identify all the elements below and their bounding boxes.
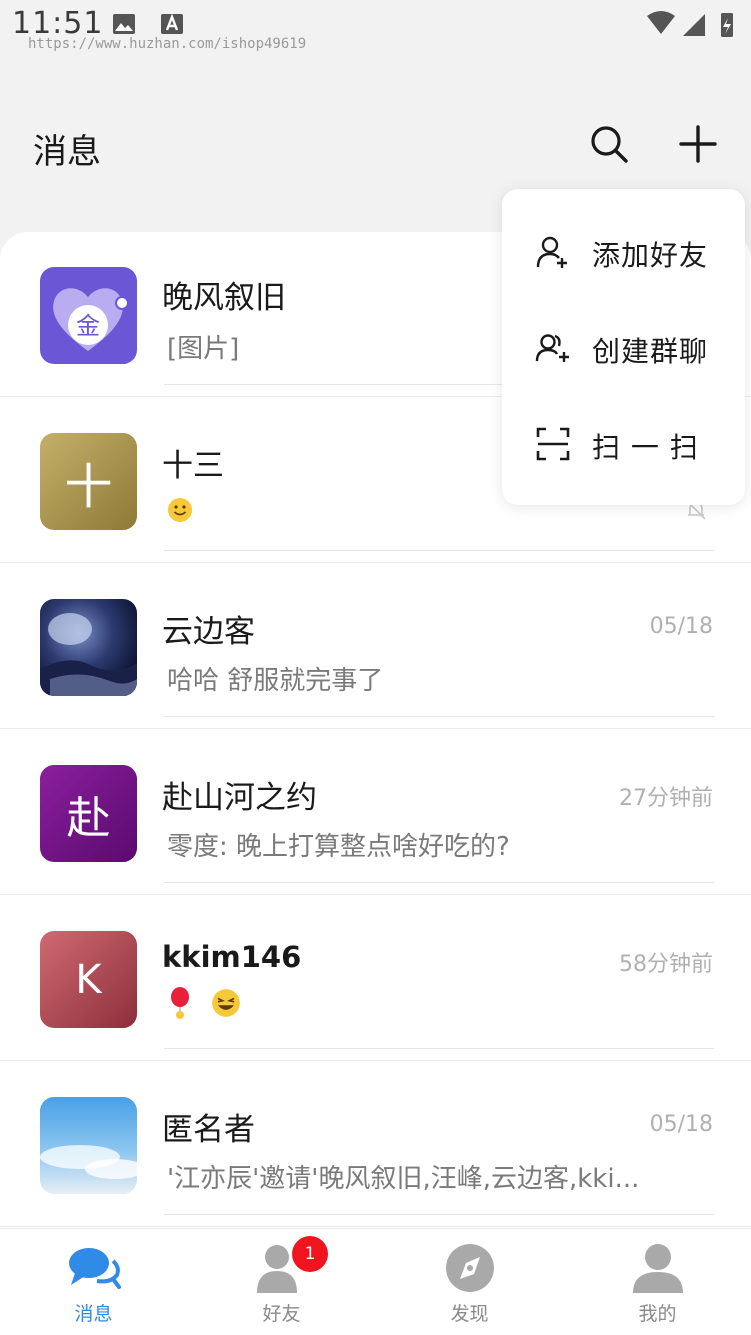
tab-label: 好友 [262, 1303, 301, 1325]
avatar: 十 [40, 433, 137, 530]
conversation-time: 05/18 [649, 614, 713, 639]
conversation-name: 云边客 [162, 614, 255, 650]
avatar: K [40, 931, 137, 1028]
conversation-item[interactable]: 云边客 05/18 哈哈 舒服就完事了 [0, 564, 751, 729]
plus-icon[interactable] [676, 122, 720, 166]
conversation-name: 匿名者 [162, 1112, 255, 1148]
signal-battery-icons [647, 11, 733, 37]
divider [164, 1214, 714, 1215]
tab-label: 消息 [74, 1303, 113, 1325]
tab-label: 我的 [638, 1303, 677, 1325]
conversation-name: 晚风叙旧 [162, 280, 286, 316]
tab-label: 发现 [450, 1303, 489, 1325]
search-icon[interactable] [587, 122, 631, 166]
menu-item-label: 扫 一 扫 [592, 431, 699, 464]
status-bar: 11:51 https://www.huzhan.com/ishop49619 [0, 0, 751, 60]
menu-item-label: 创建群聊 [592, 335, 709, 368]
conversation-item[interactable]: 赴 赴山河之约 27分钟前 零度: 晚上打算整点啥好吃的? [0, 730, 751, 895]
conversation-preview: 零度: 晚上打算整点啥好吃的? [167, 832, 510, 862]
create-group-icon [535, 334, 569, 362]
bottom-tab-bar: 消息 1 好友 发现 我的 [0, 1228, 751, 1335]
night-landscape-icon [40, 613, 137, 696]
tab-messages[interactable]: 消息 [0, 1229, 187, 1335]
profile-icon [633, 1244, 683, 1293]
chat-bubbles-icon [69, 1248, 121, 1289]
menu-item-add-friend[interactable]: 添加好友 [502, 204, 745, 300]
image-notification-icon [113, 14, 135, 34]
conversation-time: 27分钟前 [619, 786, 713, 811]
menu-item-create-group[interactable]: 创建群聊 [502, 300, 745, 396]
avatar: 金 [40, 267, 137, 364]
balloon-emoji-icon [171, 987, 189, 1019]
unread-badge: 1 [292, 1236, 328, 1272]
heart-coin-icon: 金 [53, 288, 129, 351]
add-popup-menu: 添加好友 创建群聊 扫 一 扫 [502, 189, 745, 505]
avatar: 赴 [40, 765, 137, 862]
watermark-url: https://www.huzhan.com/ishop49619 [28, 36, 307, 52]
conversation-preview: 哈哈 舒服就完事了 [167, 666, 384, 696]
scan-icon [536, 427, 570, 461]
conversation-name: 赴山河之约 [162, 780, 317, 816]
divider [164, 550, 714, 551]
menu-item-label: 添加好友 [592, 239, 709, 272]
tab-profile[interactable]: 我的 [564, 1229, 751, 1335]
add-friend-icon [536, 236, 567, 268]
conversation-item[interactable]: 匿名者 05/18 '江亦辰'邀请'晚风叙旧,汪峰,云边客,kki... [0, 1062, 751, 1227]
divider [164, 882, 714, 883]
sky-clouds-icon [40, 1145, 137, 1179]
conversation-time: 05/18 [649, 1112, 713, 1137]
conversation-name: 十三 [162, 448, 224, 484]
conversation-name: kkim146 [162, 940, 302, 974]
compass-icon [446, 1244, 494, 1292]
svg-text:金: 金 [76, 312, 100, 340]
divider [164, 716, 714, 717]
menu-item-scan[interactable]: 扫 一 扫 [502, 396, 745, 492]
tab-friends[interactable]: 1 好友 [188, 1229, 375, 1335]
tab-discover[interactable]: 发现 [376, 1229, 563, 1335]
font-notification-icon [161, 13, 183, 34]
header: 消息 [0, 100, 751, 190]
conversation-time: 58分钟前 [619, 952, 713, 977]
conversation-preview [167, 494, 203, 524]
avatar [40, 599, 137, 696]
divider [164, 1048, 714, 1049]
conversation-preview [167, 986, 251, 1020]
smile-emoji-icon [168, 497, 192, 522]
laughing-emoji-icon [212, 989, 241, 1017]
page-title: 消息 [33, 132, 101, 172]
avatar [40, 1097, 137, 1194]
conversation-preview: '江亦辰'邀请'晚风叙旧,汪峰,云边客,kki... [167, 1164, 640, 1194]
conversation-preview: [图片] [167, 334, 240, 364]
conversation-item[interactable]: K kkim146 58分钟前 [0, 896, 751, 1061]
